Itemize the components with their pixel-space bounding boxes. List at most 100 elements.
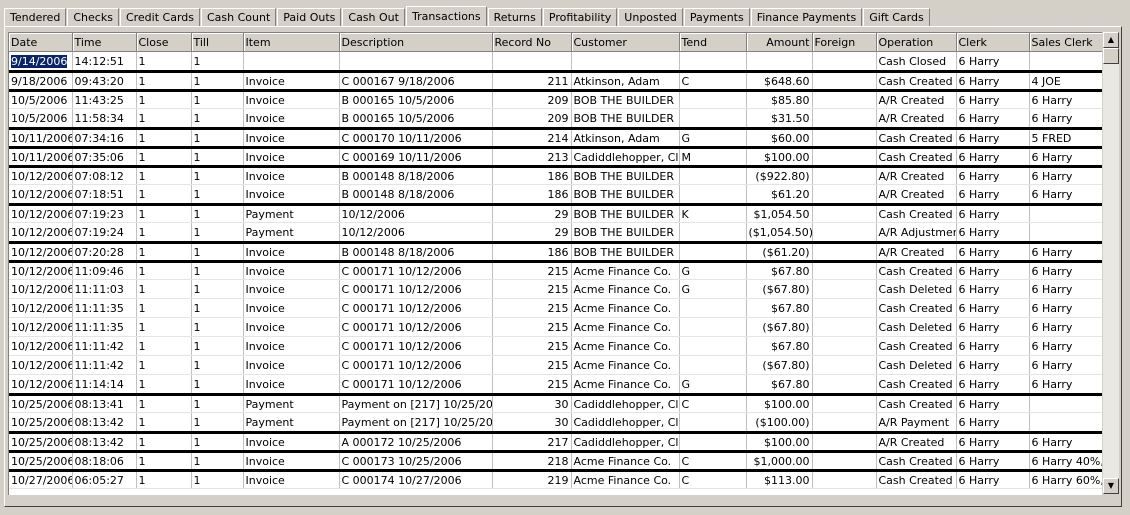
cell-record[interactable]: 214 [492,127,572,148]
cell-record[interactable]: 186 [492,165,572,185]
cell-description[interactable]: C 000171 10/12/2006 [339,355,493,375]
cell-close[interactable]: 1 [136,336,192,356]
cell-till[interactable]: 1 [191,70,244,91]
tab-tendered[interactable]: Tendered [4,8,67,26]
cell-foreign[interactable] [812,412,877,433]
cell-time[interactable]: 07:08:12 [72,165,137,185]
cell-clerk[interactable]: 6 Harry [956,108,1030,129]
cell-tend[interactable]: G [679,127,747,148]
cell-clerk[interactable]: 6 Harry [956,70,1030,91]
cell-description[interactable]: C 000171 10/12/2006 [339,317,493,337]
cell-close[interactable]: 1 [136,260,192,280]
cell-time[interactable]: 11:11:42 [72,336,137,356]
table-row[interactable]: 10/25/2006 08:13:42 1 1 Invoice A 000172 10/2… [9,431,1102,452]
cell-item[interactable]: Invoice [243,184,340,205]
cell-sales-clerk[interactable]: 6 Harry [1029,336,1102,356]
cell-clerk[interactable]: 6 Harry [956,393,1030,413]
cell-till[interactable]: 1 [191,127,244,148]
cell-sales-clerk[interactable]: 6 Harry [1029,298,1102,318]
cell-customer[interactable]: BOB THE BUILDER [571,108,680,129]
cell-record[interactable]: 213 [492,146,572,167]
cell-foreign[interactable] [812,374,877,395]
cell-amount[interactable]: $100.00 [746,146,813,167]
cell-item[interactable] [243,51,340,72]
cell-till[interactable]: 1 [191,165,244,185]
cell-till[interactable]: 1 [191,393,244,413]
cell-clerk[interactable]: 6 Harry [956,317,1030,337]
cell-time[interactable]: 11:11:03 [72,279,137,299]
cell-foreign[interactable] [812,317,877,337]
cell-clerk[interactable]: 6 Harry [956,355,1030,375]
cell-customer[interactable]: Cadiddlehopper, Clem [571,412,680,433]
cell-close[interactable]: 1 [136,241,192,262]
cell-sales-clerk[interactable]: 6 Harry [1029,241,1102,262]
cell-clerk[interactable]: 6 Harry [956,203,1030,223]
cell-clerk[interactable]: 6 Harry [956,298,1030,318]
cell-time[interactable]: 11:58:34 [72,108,137,129]
column-header-close[interactable]: Close [136,33,192,52]
table-row[interactable]: 10/11/2006 07:34:16 1 1 Invoice C 000170 10/1… [9,127,1102,148]
cell-amount[interactable]: ($922.80) [746,165,813,185]
tab-cash-count[interactable]: Cash Count [201,8,277,26]
cell-till[interactable]: 1 [191,336,244,356]
cell-foreign[interactable] [812,165,877,185]
cell-till[interactable]: 1 [191,184,244,205]
cell-till[interactable]: 1 [191,374,244,395]
table-row[interactable]: 9/18/2006 09:43:20 1 1 Invoice C 000167 9/18/… [9,70,1102,91]
cell-clerk[interactable]: 6 Harry [956,184,1030,205]
cell-description[interactable]: C 000170 10/11/2006 [339,127,493,148]
cell-item[interactable]: Invoice [243,336,340,356]
column-header-date[interactable]: Date [9,33,73,52]
cell-time[interactable]: 07:20:28 [72,241,137,262]
tab-finance-payments[interactable]: Finance Payments [750,8,863,26]
cell-item[interactable]: Invoice [243,89,340,109]
cell-time[interactable]: 11:09:46 [72,260,137,280]
cell-record[interactable]: 209 [492,108,572,129]
cell-customer[interactable] [571,51,680,72]
table-row[interactable]: 10/12/2006 07:18:51 1 1 Invoice B 000148 8/18… [9,184,1102,205]
cell-item[interactable]: Invoice [243,260,340,280]
cell-date[interactable]: 10/11/2006 [9,127,73,148]
cell-tend[interactable] [679,165,747,185]
cell-foreign[interactable] [812,222,877,243]
cell-till[interactable]: 1 [191,203,244,223]
cell-description[interactable]: C 000169 10/11/2006 [339,146,493,167]
cell-item[interactable]: Payment [243,203,340,223]
cell-close[interactable]: 1 [136,127,192,148]
cell-customer[interactable]: Acme Finance Co. [571,298,680,318]
cell-operation[interactable]: A/R Created [876,108,957,129]
cell-date[interactable]: 9/14/2006 [9,51,73,72]
cell-amount[interactable]: $31.50 [746,108,813,129]
cell-date[interactable]: 10/11/2006 [9,146,73,167]
cell-sales-clerk[interactable]: 4 JOE [1029,70,1102,91]
table-row[interactable]: 10/12/2006 11:11:35 1 1 Invoice C 000171 10/1… [9,298,1102,318]
cell-record[interactable]: 218 [492,450,572,471]
cell-description[interactable]: C 000171 10/12/2006 [339,279,493,299]
cell-record[interactable]: 209 [492,89,572,109]
table-row[interactable]: 10/12/2006 07:19:23 1 1 Payment 10/12/2006 29… [9,203,1102,223]
cell-date[interactable]: 10/12/2006 [9,260,73,280]
cell-operation[interactable]: Cash Closed [876,51,957,72]
cell-tend[interactable]: C [679,70,747,91]
cell-date[interactable]: 10/5/2006 [9,108,73,129]
cell-sales-clerk[interactable]: 6 Harry [1029,146,1102,167]
cell-description[interactable]: B 000148 8/18/2006 [339,165,493,185]
cell-time[interactable]: 11:11:35 [72,317,137,337]
cell-clerk[interactable]: 6 Harry [956,89,1030,109]
cell-date[interactable]: 10/12/2006 [9,184,73,205]
cell-description[interactable]: Payment on [217] 10/25/2006 [339,393,493,413]
cell-clerk[interactable]: 6 Harry [956,127,1030,148]
cell-record[interactable]: 215 [492,260,572,280]
cell-customer[interactable]: BOB THE BUILDER [571,184,680,205]
cell-operation[interactable]: A/R Adjustment [876,222,957,243]
tab-payments[interactable]: Payments [683,8,750,26]
transactions-grid[interactable]: Date Time Close Till Item Description Record N… [8,32,1102,495]
cell-till[interactable]: 1 [191,279,244,299]
cell-sales-clerk[interactable]: 6 Harry 60%, [1029,469,1102,489]
cell-time[interactable]: 08:13:42 [72,412,137,433]
cell-clerk[interactable]: 6 Harry [956,51,1030,72]
column-header-till[interactable]: Till [191,33,244,52]
cell-till[interactable]: 1 [191,412,244,433]
cell-foreign[interactable] [812,203,877,223]
cell-date[interactable]: 10/12/2006 [9,355,73,375]
